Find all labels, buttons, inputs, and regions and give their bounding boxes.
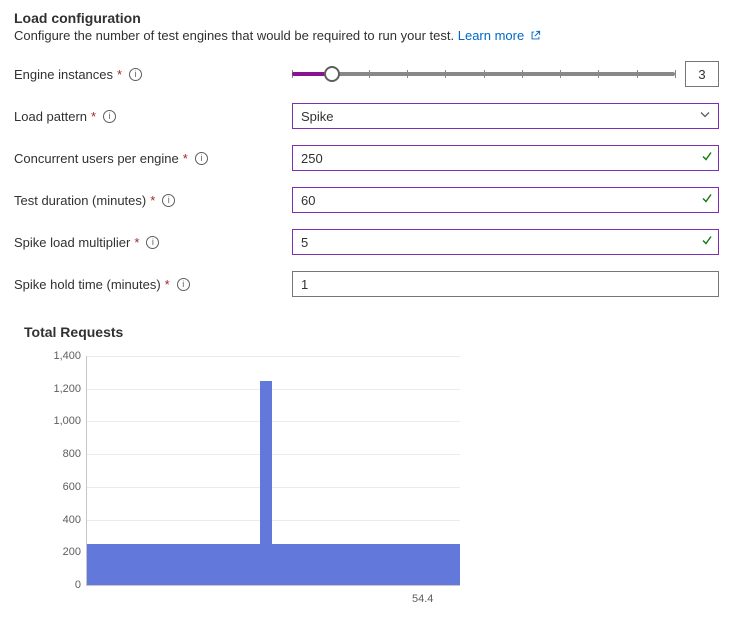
chart-spike-bar [260, 381, 272, 585]
y-axis-tick: 600 [31, 481, 81, 493]
y-axis-tick: 200 [31, 546, 81, 558]
info-icon[interactable]: i [162, 194, 175, 207]
concurrent-users-label: Concurrent users per engine [14, 151, 179, 166]
chart-title: Total Requests [24, 324, 719, 340]
y-axis-tick: 0 [31, 579, 81, 591]
required-asterisk: * [150, 193, 155, 208]
info-icon[interactable]: i [129, 68, 142, 81]
required-asterisk: * [134, 235, 139, 250]
y-axis-tick: 1,200 [31, 383, 81, 395]
test-duration-label: Test duration (minutes) [14, 193, 146, 208]
engine-instances-slider[interactable] [292, 64, 675, 84]
learn-more-text: Learn more [458, 28, 524, 43]
required-asterisk: * [91, 109, 96, 124]
required-asterisk: * [165, 277, 170, 292]
section-subtitle: Configure the number of test engines tha… [14, 28, 719, 44]
slider-thumb[interactable] [324, 66, 340, 82]
external-link-icon [530, 29, 541, 44]
engine-instances-value[interactable] [685, 61, 719, 87]
total-requests-chart: 02004006008001,0001,2001,40054.4 [30, 356, 460, 586]
info-icon[interactable]: i [177, 278, 190, 291]
spike-multiplier-input[interactable] [292, 229, 719, 255]
test-duration-input[interactable] [292, 187, 719, 213]
concurrent-users-input[interactable] [292, 145, 719, 171]
info-icon[interactable]: i [103, 110, 116, 123]
y-axis-tick: 400 [31, 514, 81, 526]
info-icon[interactable]: i [146, 236, 159, 249]
x-axis-tick: 54.4 [412, 593, 433, 605]
spike-hold-label: Spike hold time (minutes) [14, 277, 161, 292]
slider-track-base [292, 72, 675, 76]
learn-more-link[interactable]: Learn more [458, 28, 541, 43]
engine-instances-label: Engine instances [14, 67, 113, 82]
section-title: Load configuration [14, 10, 719, 26]
subtitle-text: Configure the number of test engines tha… [14, 28, 454, 43]
y-axis-tick: 1,000 [31, 415, 81, 427]
y-axis-tick: 1,400 [31, 350, 81, 362]
required-asterisk: * [117, 67, 122, 82]
info-icon[interactable]: i [195, 152, 208, 165]
spike-multiplier-label: Spike load multiplier [14, 235, 130, 250]
load-pattern-select[interactable] [292, 103, 719, 129]
chart-baseline-bar [87, 544, 460, 585]
y-axis-tick: 800 [31, 448, 81, 460]
load-pattern-label: Load pattern [14, 109, 87, 124]
required-asterisk: * [183, 151, 188, 166]
spike-hold-input[interactable] [292, 271, 719, 297]
